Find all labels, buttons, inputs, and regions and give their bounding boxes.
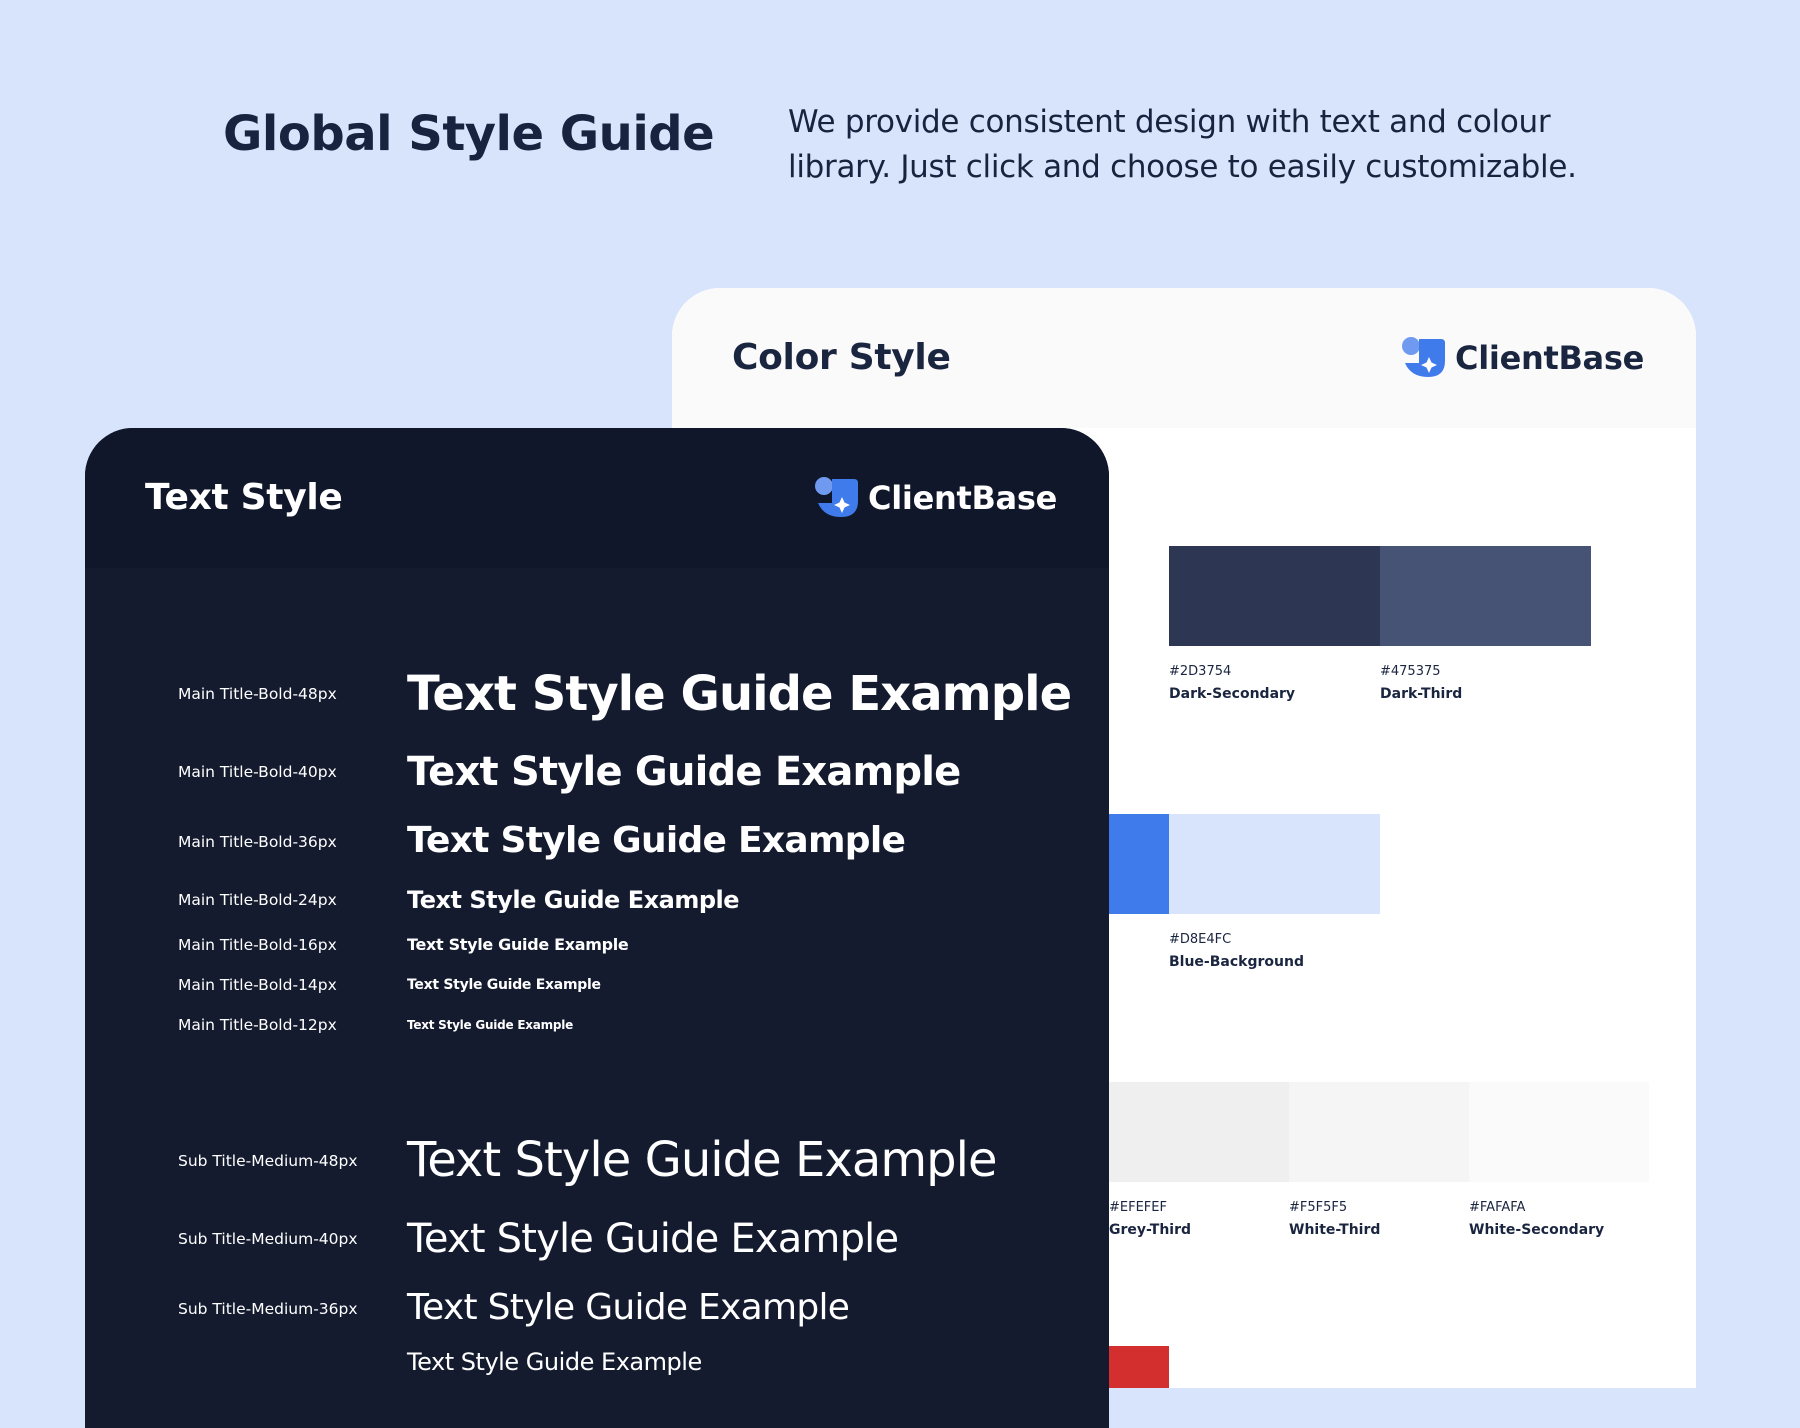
text-style-sample[interactable]: Text Style Guide Example [407,1016,573,1034]
text-style-label: Main Title-Bold-14px [178,976,337,994]
clientbase-logo-icon [1402,337,1446,377]
color-swatch-blue-background[interactable] [1169,814,1380,914]
text-style-sample[interactable]: Text Style Guide Example [407,884,740,916]
swatch-name: White-Third [1289,1222,1381,1238]
text-style-label: Main Title-Bold-40px [178,763,337,781]
swatch-hex: #EFEFEF [1109,1200,1167,1215]
brand-logo[interactable]: ClientBase [814,474,1057,522]
text-style-sample[interactable]: Text Style Guide Example [407,818,906,864]
color-swatch-white-third[interactable] [1289,1082,1469,1182]
text-style-sample[interactable]: Text Style Guide Example [407,1130,998,1190]
color-card-title: Color Style [732,337,951,378]
swatch-name: Dark-Third [1380,686,1463,702]
swatch-hex: #F5F5F5 [1289,1200,1348,1215]
swatch-hex: #2D3754 [1169,664,1232,679]
text-style-label: Sub Title-Medium-40px [178,1230,358,1248]
text-style-sample[interactable]: Text Style Guide Example [407,934,629,956]
swatch-name: White-Secondary [1469,1222,1605,1238]
text-card-header: Text Style ClientBase [85,428,1109,568]
clientbase-logo-icon [815,477,859,517]
text-style-sample[interactable]: Text Style Guide Example [407,746,961,798]
swatch-hex: #FAFAFA [1469,1200,1526,1215]
text-style-sample[interactable]: Text Style Guide Example [407,1213,899,1265]
swatch-name: Blue-Background [1169,954,1304,970]
color-swatch-dark-secondary[interactable] [1169,546,1380,646]
text-style-sample[interactable]: Text Style Guide Example [407,664,1072,724]
page-title: Global Style Guide [223,106,715,162]
text-style-label: Main Title-Bold-16px [178,936,337,954]
color-swatch-dark-third[interactable] [1380,546,1591,646]
brand-name: ClientBase [868,479,1057,517]
color-swatch-white-secondary[interactable] [1469,1082,1649,1182]
text-style-card: Text Style ClientBase Main Title-Bold-48… [85,428,1109,1428]
text-style-label: Main Title-Bold-36px [178,833,337,851]
brand-name: ClientBase [1455,339,1644,377]
text-style-label: Main Title-Bold-48px [178,685,337,703]
text-style-label: Sub Title-Medium-36px [178,1300,358,1318]
text-style-label: Main Title-Bold-24px [178,891,337,909]
text-card-title: Text Style [145,477,343,518]
text-style-sample[interactable]: Text Style Guide Example [407,1346,702,1378]
swatch-name: Dark-Secondary [1169,686,1296,702]
swatch-name: Grey-Third [1109,1222,1192,1238]
page-description: We provide consistent design with text a… [788,104,1577,185]
text-style-label: Main Title-Bold-12px [178,1016,337,1034]
text-style-sample[interactable]: Text Style Guide Example [407,1285,850,1331]
swatch-hex: #475375 [1380,664,1441,679]
text-style-label: Sub Title-Medium-48px [178,1152,358,1170]
swatch-hex: #D8E4FC [1169,932,1232,947]
color-card-header: Color Style ClientBase [672,288,1696,428]
brand-logo[interactable]: ClientBase [1401,334,1644,382]
color-swatch-grey-third[interactable] [1109,1082,1289,1182]
text-style-sample[interactable]: Text Style Guide Example [407,975,601,995]
